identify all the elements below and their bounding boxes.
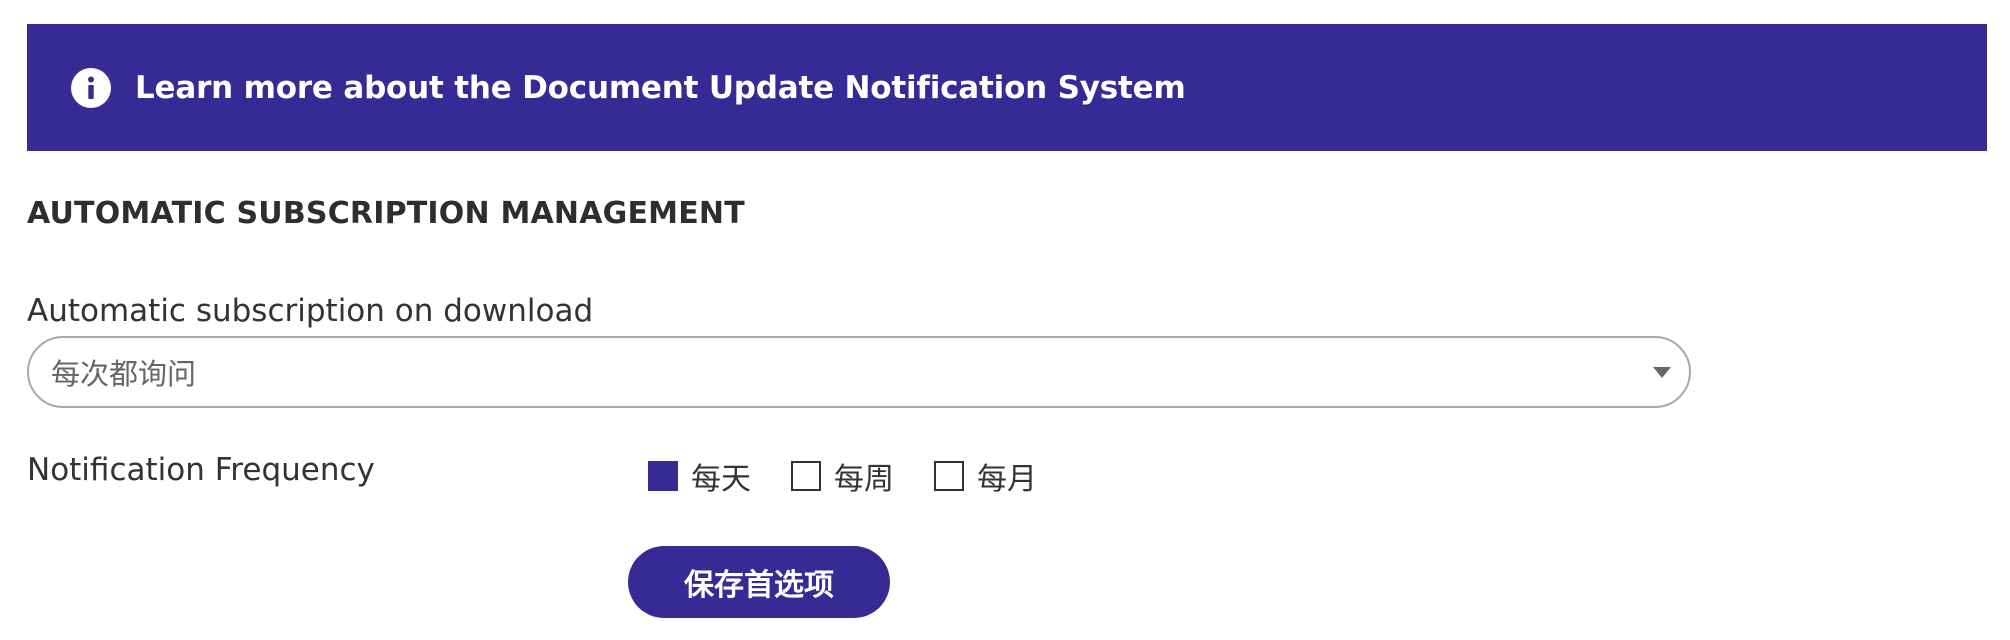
auto-subscription-selected-value: 每次都询问 [51, 357, 197, 391]
info-icon [71, 67, 111, 108]
notification-frequency-options: 每天 每周 每月 [648, 454, 1077, 498]
section-title: AUTOMATIC SUBSCRIPTION MANAGEMENT [27, 196, 745, 231]
notification-frequency-label: Notification Frequency [27, 452, 375, 488]
frequency-option-monthly[interactable]: 每月 [934, 454, 1037, 498]
save-preferences-button[interactable]: 保存首选项 [628, 546, 890, 618]
frequency-weekly-label: 每周 [834, 462, 894, 497]
frequency-monthly-label: 每月 [977, 462, 1037, 497]
chevron-down-icon [1653, 367, 1671, 378]
frequency-option-weekly[interactable]: 每周 [791, 454, 894, 498]
frequency-option-daily[interactable]: 每天 [648, 454, 751, 498]
auto-subscription-label: Automatic subscription on download [27, 293, 594, 329]
frequency-monthly-checkbox[interactable] [934, 461, 964, 491]
banner-link-text: Learn more about the Document Update Not… [135, 69, 1186, 106]
frequency-daily-label: 每天 [691, 462, 751, 497]
info-banner-link[interactable]: Learn more about the Document Update Not… [27, 24, 1987, 151]
frequency-daily-checkbox[interactable] [648, 461, 678, 491]
frequency-weekly-checkbox[interactable] [791, 461, 821, 491]
auto-subscription-select[interactable]: 每次都询问 [27, 336, 1691, 408]
